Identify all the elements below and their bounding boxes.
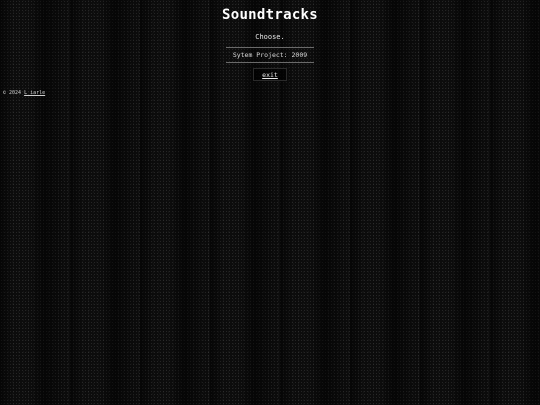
exit-button[interactable]: exit [253,68,287,81]
track-list: Sytem Project: 2009 [226,47,314,63]
track-item-sytem-project-2009[interactable]: Sytem Project: 2009 [226,48,314,62]
copyright-prefix: © 2024 [3,90,22,96]
page-title: Soundtracks [221,7,319,23]
copyright-author-link[interactable]: L_iarle [24,90,45,96]
copyright: © 2024 L_iarle [3,90,45,96]
choose-prompt: Choose. [255,33,285,41]
